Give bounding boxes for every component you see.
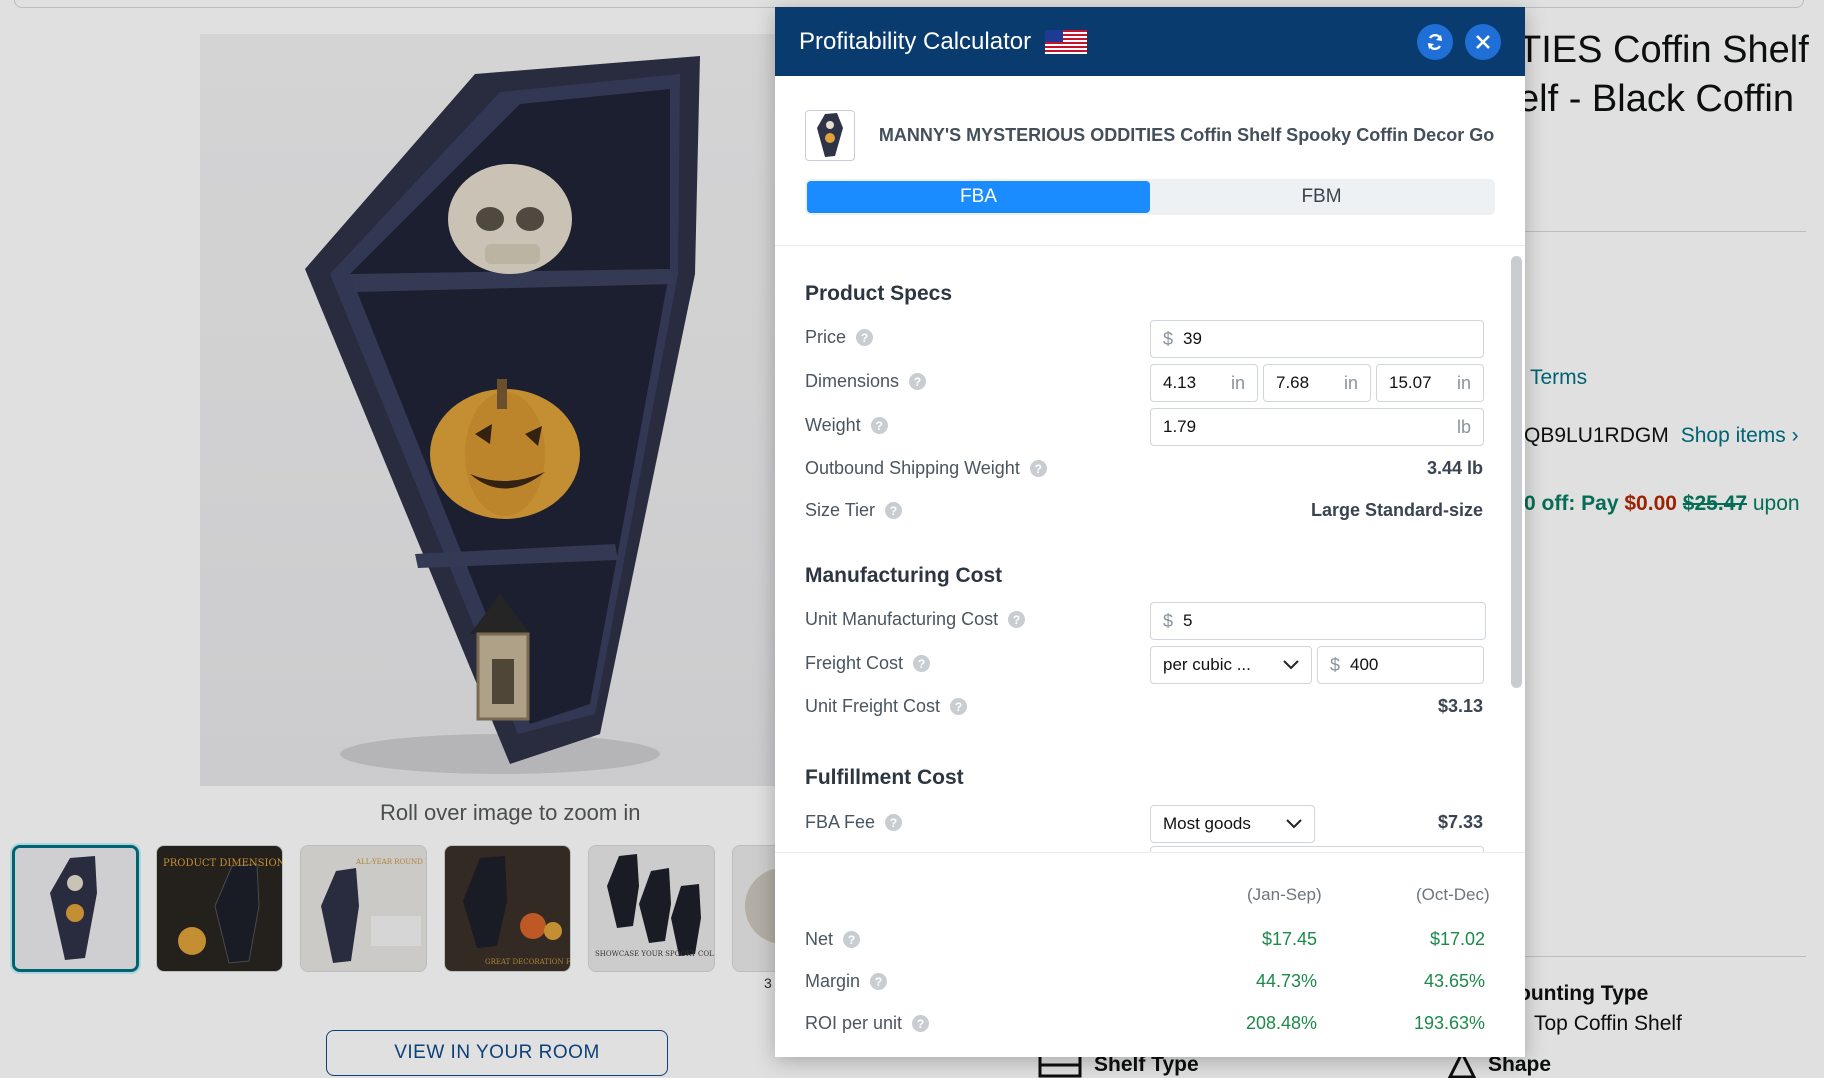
fba-category-value: Most goods [1163, 814, 1251, 833]
fba-fee-value: $7.33 [1437, 812, 1483, 832]
refresh-button[interactable] [1417, 23, 1453, 60]
tab-fbm[interactable]: FBM [1150, 181, 1493, 213]
fulfillment-tabs: FBA FBM [805, 179, 1495, 215]
calculator-title: Profitability Calculator [799, 27, 1032, 55]
margin-label-text: Margin [805, 971, 861, 991]
calculator-scroll-area[interactable]: Product Specs Price? $ 39 Dimensions? 4.… [775, 246, 1525, 852]
coffin-icon [816, 113, 843, 157]
weight-label: Weight? [805, 415, 888, 436]
unit-manufacturing-cost-label-text: Unit Manufacturing Cost [805, 609, 999, 629]
dimension-length-value: 4.13 [1163, 373, 1197, 392]
calculator-header: Profitability Calculator [775, 7, 1525, 76]
product-specs-heading: Product Specs [805, 282, 953, 305]
unit-manufacturing-cost-input[interactable]: $ 5 [1150, 602, 1486, 640]
help-icon[interactable]: ? [1029, 460, 1047, 477]
help-icon[interactable]: ? [870, 417, 888, 434]
size-tier-value: Large Standard-size [1310, 500, 1483, 520]
outbound-weight-label: Outbound Shipping Weight? [805, 458, 1047, 479]
chevron-down-icon [1286, 819, 1302, 829]
fba-fee-label: FBA Fee? [805, 812, 903, 833]
header-buttons [1417, 23, 1501, 60]
profitability-calculator-panel: Profitability Calculator MANNY'S MYSTERI… [775, 7, 1525, 1057]
freight-cost-label: Freight Cost? [805, 653, 931, 674]
freight-cost-input[interactable]: $ 400 [1317, 646, 1484, 684]
weight-value: 1.79 [1163, 417, 1197, 436]
unit-label: in [1456, 372, 1471, 393]
outbound-weight-value: 3.44 lb [1426, 458, 1483, 478]
help-icon[interactable]: ? [909, 373, 927, 390]
net-oct-dec: $17.02 [1429, 929, 1485, 949]
chevron-down-icon [1283, 660, 1299, 670]
help-icon[interactable]: ? [950, 698, 968, 715]
help-icon[interactable]: ? [885, 814, 903, 831]
dimension-length-input[interactable]: 4.13 in [1150, 364, 1258, 402]
close-button[interactable] [1465, 23, 1501, 60]
product-thumbnail [805, 109, 855, 161]
scrollbar[interactable] [1511, 256, 1522, 688]
profit-summary: (Jan-Sep) (Oct-Dec) Net? $17.45 $17.02 M… [775, 852, 1525, 1057]
outbound-weight-label-text: Outbound Shipping Weight [805, 458, 1020, 478]
dimensions-label: Dimensions? [805, 371, 927, 392]
price-label: Price? [805, 327, 874, 348]
margin-oct-dec: 43.65% [1423, 971, 1485, 991]
freight-mode-value: per cubic ... [1163, 655, 1251, 674]
help-icon[interactable]: ? [856, 329, 874, 346]
help-icon[interactable]: ? [870, 973, 888, 990]
help-icon[interactable]: ? [1008, 611, 1026, 628]
fba-category-select[interactable]: Most goods [1150, 805, 1315, 843]
help-icon[interactable]: ? [885, 502, 903, 519]
price-value: 39 [1183, 329, 1202, 348]
unit-manufacturing-cost-label: Unit Manufacturing Cost? [805, 609, 1026, 630]
unit-label: in [1230, 372, 1245, 393]
unit-freight-cost-label: Unit Freight Cost? [805, 696, 968, 717]
margin-jan-sep: 44.73% [1255, 971, 1317, 991]
unit-manufacturing-cost-value: 5 [1183, 611, 1193, 630]
size-tier-label: Size Tier? [805, 500, 903, 521]
currency-symbol: $ [1163, 328, 1174, 349]
net-jan-sep: $17.45 [1261, 929, 1317, 949]
close-icon [1476, 34, 1490, 49]
unit-label: in [1343, 372, 1358, 393]
refresh-icon [1427, 33, 1443, 50]
price-label-text: Price [805, 327, 847, 347]
net-label: Net? [805, 929, 861, 950]
unit-label: lb [1456, 416, 1471, 437]
size-tier-label-text: Size Tier [805, 500, 876, 520]
tab-fba[interactable]: FBA [807, 181, 1150, 213]
roi-jan-sep: 208.48% [1245, 1013, 1317, 1033]
freight-cost-value: 400 [1350, 655, 1379, 674]
roi-oct-dec: 193.63% [1413, 1013, 1485, 1033]
margin-label: Margin? [805, 971, 888, 992]
help-icon[interactable]: ? [843, 931, 861, 948]
us-flag-icon[interactable] [1045, 29, 1088, 54]
currency-symbol: $ [1163, 610, 1174, 631]
freight-mode-select[interactable]: per cubic ... [1150, 646, 1312, 684]
unit-freight-cost-label-text: Unit Freight Cost [805, 696, 941, 716]
roi-label: ROI per unit? [805, 1013, 930, 1034]
dimension-width-input[interactable]: 7.68 in [1263, 364, 1371, 402]
weight-input[interactable]: 1.79 lb [1150, 408, 1484, 446]
dimension-height-value: 15.07 [1389, 373, 1432, 392]
price-input[interactable]: $ 39 [1150, 320, 1484, 358]
help-icon[interactable]: ? [912, 1015, 930, 1032]
weight-label-text: Weight [805, 415, 861, 435]
roi-label-text: ROI per unit [805, 1013, 903, 1033]
dimensions-label-text: Dimensions [805, 371, 900, 391]
fulfillment-heading: Fulfillment Cost [805, 766, 964, 789]
dimension-height-input[interactable]: 15.07 in [1376, 364, 1484, 402]
unit-freight-cost-value: $3.13 [1437, 696, 1483, 716]
fba-fee-label-text: FBA Fee [805, 812, 876, 832]
product-title-text: MANNY'S MYSTERIOUS ODDITIES Coffin Shelf… [878, 124, 1495, 145]
product-summary-row: MANNY'S MYSTERIOUS ODDITIES Coffin Shelf… [775, 76, 1525, 194]
dimension-width-value: 7.68 [1276, 373, 1310, 392]
column-header-jan-sep: (Jan-Sep) [1247, 885, 1322, 904]
net-label-text: Net [805, 929, 834, 949]
manufacturing-heading: Manufacturing Cost [805, 564, 1003, 587]
help-icon[interactable]: ? [913, 655, 931, 672]
column-header-oct-dec: (Oct-Dec) [1416, 885, 1490, 904]
freight-cost-label-text: Freight Cost [805, 653, 904, 673]
currency-symbol: $ [1330, 654, 1341, 675]
